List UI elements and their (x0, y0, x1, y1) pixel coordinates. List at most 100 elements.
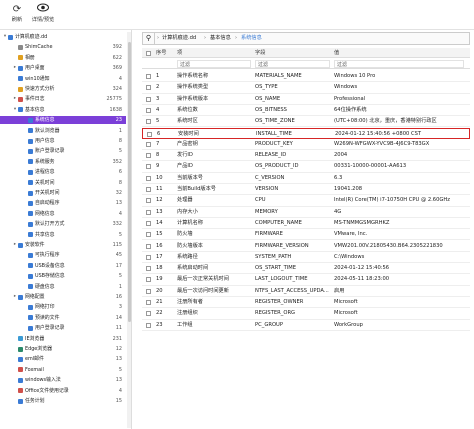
tree-item[interactable]: 进程信息 6 (0, 168, 126, 176)
row-checkbox[interactable] (146, 153, 151, 159)
tree-item[interactable]: Foxmail 5 (0, 366, 126, 374)
row-checkbox[interactable] (146, 209, 151, 215)
table-row[interactable]: 11 当前Build版本号 VERSION 19041.208 (142, 184, 470, 196)
table-row[interactable]: 6 安装时间 INSTALL_TIME 2024-01-12 15:40:56 +08… (142, 127, 470, 139)
tree-item[interactable]: USB存储信息 5 (0, 272, 126, 280)
table-row[interactable]: 4 系统位数 OS_BITNESS 64位操作系统 (142, 105, 470, 117)
tree-item[interactable]: 网络信息 4 (0, 210, 126, 218)
tree-item[interactable]: IE浏览器 231 (0, 335, 126, 343)
tree-item[interactable]: ▾ 计算机痕迹.dd (0, 33, 126, 41)
expander-icon[interactable]: ▸ (13, 64, 17, 72)
tree-item[interactable]: windows输入法 13 (0, 376, 126, 384)
table-row[interactable]: 22 注册组织 REGISTER_ORG Microsoft (142, 308, 470, 320)
tree-item[interactable]: 关机时间 8 (0, 179, 126, 187)
tree-item[interactable]: 用户信息 8 (0, 137, 126, 145)
tree-item[interactable]: ▸ 安装软件 115 (0, 241, 126, 249)
tree-item[interactable]: 快速方式分析 324 (0, 85, 126, 93)
row-checkbox[interactable] (146, 220, 151, 226)
tree-item[interactable]: 默认浏览器 1 (0, 127, 126, 135)
table-row[interactable]: 15 防火墙 FIRMWARE VMware, Inc. (142, 229, 470, 241)
table-row[interactable]: 12 处理器 CPU Intel(R) Core(TM) i7-10750H CPU … (142, 195, 470, 207)
tree-item[interactable]: ▾ 基本信息 1638 (0, 106, 126, 114)
row-checkbox[interactable] (146, 96, 151, 102)
row-checkbox[interactable] (146, 198, 151, 204)
item-filter-input[interactable]: 过滤 (177, 60, 251, 68)
table-row[interactable]: 18 系统启动时间 OS_START_TIME 2024-01-12 15:40:56 (142, 263, 470, 275)
table-row[interactable]: 2 操作系统类型 OS_TYPE Windows (142, 82, 470, 94)
tree-item[interactable]: 用户登录记录 11 (0, 324, 126, 332)
breadcrumb-item-root[interactable]: 计算机痕迹.dd (162, 33, 196, 44)
view-toggle-button[interactable]: 详情/预览 (30, 3, 56, 27)
expander-icon[interactable]: ▸ (13, 95, 17, 103)
expander-icon[interactable]: ▾ (13, 106, 17, 114)
table-row[interactable]: 7 产品密钥 PRODUCT_KEY W269N-WFGWX-YVC9B-4J6C9-… (142, 139, 470, 151)
tree-item[interactable]: 系统服务 352 (0, 158, 126, 166)
tree-item[interactable]: ShimCache 392 (0, 43, 126, 51)
pin-icon[interactable]: ⚲ (143, 33, 155, 44)
row-checkbox[interactable] (146, 300, 151, 305)
tree-item[interactable]: 网络打印 3 (0, 303, 126, 311)
column-header-field[interactable]: 字段 (255, 48, 265, 58)
tree-item[interactable]: 硬盘信息 1 (0, 283, 126, 291)
expander-icon[interactable]: ▸ (13, 293, 17, 301)
table-row[interactable]: 8 发行ID RELEASE_ID 2004 (142, 150, 470, 162)
row-checkbox[interactable] (146, 119, 151, 125)
row-checkbox[interactable] (147, 131, 152, 137)
row-checkbox[interactable] (146, 232, 151, 238)
tree-scrollbar[interactable] (127, 32, 131, 428)
row-checkbox[interactable] (146, 74, 151, 79)
value-filter-input[interactable]: 过滤 (334, 60, 464, 68)
field-filter-input[interactable]: 过滤 (255, 60, 330, 68)
tree-item[interactable]: USB设备信息 17 (0, 262, 126, 270)
tree-item[interactable]: 可执行程序 45 (0, 251, 126, 259)
table-row[interactable]: 1 操作系统名称 MATERIALS_NAME Windows 10 Pro (142, 71, 470, 83)
row-checkbox[interactable] (146, 164, 151, 170)
table-row[interactable]: 13 内存大小 MEMORY 4G (142, 207, 470, 218)
tree-item[interactable]: Edge浏览器 12 (0, 345, 126, 353)
table-row[interactable]: 17 系统路径 SYSTEM_PATH C:\Windows (142, 252, 470, 264)
column-header-item[interactable]: 项 (177, 48, 182, 58)
expander-icon[interactable]: ▸ (13, 241, 17, 249)
table-row[interactable]: 19 最后一次正常关机时间 LAST_LOGOUT_TIME 2024-05-11 1… (142, 274, 470, 286)
tree-item[interactable]: 开关机时间 32 (0, 189, 126, 197)
select-all-checkbox[interactable] (146, 50, 151, 56)
row-checkbox[interactable] (146, 288, 151, 294)
breadcrumb-item-current[interactable]: 系统信息 (241, 33, 262, 44)
tree-item[interactable]: ▸ 用户桌面 369 (0, 64, 126, 72)
table-row[interactable]: 3 操作系统版本 OS_NAME Professional (142, 94, 470, 105)
row-checkbox[interactable] (146, 311, 151, 317)
tree-item[interactable]: 账户登录记录 5 (0, 147, 126, 155)
table-row[interactable]: 20 最后一次访问时间更新 NTFS_LAST_ACCESS_UPDA... 启用 (142, 286, 470, 297)
tree-item[interactable]: win10通知 4 (0, 75, 126, 83)
refresh-button[interactable]: ⟳ 刷新 (4, 3, 30, 27)
column-header-index[interactable]: 序号 (156, 48, 166, 58)
tree-item[interactable]: 系统信息 23 (0, 116, 126, 125)
tree-item[interactable]: 预读的文件 14 (0, 314, 126, 322)
tree-item[interactable]: ▸ 网络配置 16 (0, 293, 126, 301)
row-checkbox[interactable] (146, 141, 151, 147)
row-checkbox[interactable] (146, 254, 151, 260)
breadcrumb-item-basic[interactable]: 基本信息 (210, 33, 231, 44)
table-row[interactable]: 16 防火墙版本 FIRMWARE_VERSION VMW201.00V.218054… (142, 241, 470, 252)
table-row[interactable]: 9 产品ID OS_PRODUCT_ID 00331-10000-00001-AA61… (142, 161, 470, 173)
row-checkbox[interactable] (146, 266, 151, 272)
row-checkbox[interactable] (146, 243, 151, 249)
table-row[interactable]: 14 计算机名称 COMPUTER_NAME MS-TNMMGSMGRHKZ (142, 218, 470, 230)
tree-item[interactable]: 共享信息 5 (0, 231, 126, 239)
expander-icon[interactable]: ▾ (3, 33, 7, 41)
tree-item[interactable]: 默认打开方式 332 (0, 220, 126, 228)
row-checkbox[interactable] (146, 277, 151, 283)
tree-item[interactable]: 任务计划 15 (0, 397, 126, 405)
row-checkbox[interactable] (146, 322, 151, 328)
row-checkbox[interactable] (146, 107, 151, 113)
row-checkbox[interactable] (146, 85, 151, 91)
tree-item[interactable]: Office文件使用记录 4 (0, 387, 126, 395)
tree-item[interactable]: ▸ 事件日志 25775 (0, 95, 126, 103)
table-row[interactable]: 21 注册所有者 REGISTER_OWNER Microsoft (142, 297, 470, 309)
row-checkbox[interactable] (146, 175, 151, 181)
tree-item[interactable]: 相册 622 (0, 54, 126, 62)
row-checkbox[interactable] (146, 187, 151, 192)
column-header-value[interactable]: 值 (334, 48, 339, 58)
table-row[interactable]: 5 系统时区 OS_TIME_ZONE (UTC+08:00) 北京，重庆，香港特别行… (142, 116, 470, 128)
table-row[interactable]: 10 当前版本号 C_VERSION 6.3 (142, 173, 470, 184)
